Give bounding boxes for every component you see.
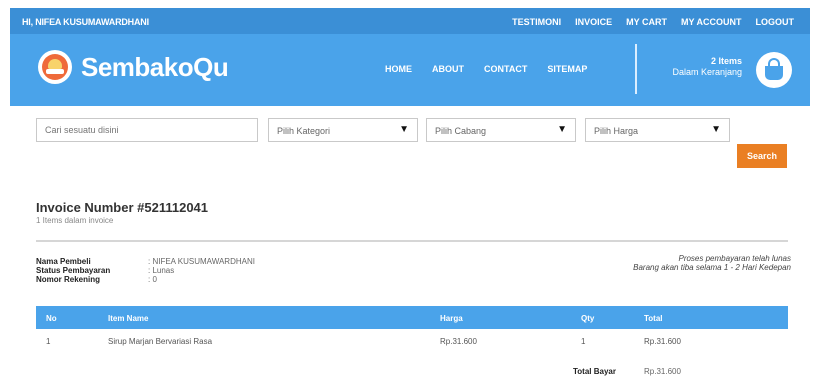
cart-count: 2 Items [710,56,742,66]
invoice-title: Invoice Number #521112041 [36,200,209,215]
total-value: Rp.31.600 [644,367,681,376]
cell-no: 1 [46,337,51,346]
nav-about[interactable]: ABOUT [432,64,464,74]
table-row: 1 Sirup Marjan Bervariasi Rasa Rp.31.600… [36,329,788,353]
search-input[interactable] [36,118,258,142]
cell-price: Rp.31.600 [440,337,477,346]
col-total: Total [644,314,663,323]
branch-select-value: Pilih Cabang [435,126,487,136]
nav-home[interactable]: HOME [385,64,412,74]
total-label: Total Bayar [573,367,616,376]
col-price: Harga [440,314,463,323]
info-value: : Lunas [148,266,175,275]
dropdown-arrow-icon: ▼ [557,124,567,135]
payment-note-line2: Barang akan tiba selama 1 - 2 Hari Kedep… [633,263,791,272]
logout-link[interactable]: LOGOUT [756,17,795,27]
top-links: TESTIMONI INVOICE MY CART MY ACCOUNT LOG… [512,17,794,27]
buyer-info: Nama Pembeli : NIFEA KUSUMAWARDHANI Stat… [36,257,255,284]
my-cart-link[interactable]: MY CART [626,17,667,27]
payment-note: Proses pembayaran telah lunas Barang aka… [633,254,791,272]
main-nav: HOME ABOUT CONTACT SITEMAP [385,64,587,74]
cart-summary[interactable]: 2 Items Dalam Keranjang [672,56,742,78]
info-row-account: Nomor Rekening : 0 [36,275,255,284]
search-button[interactable]: Search [737,144,787,168]
basket-icon[interactable] [756,52,792,88]
dropdown-arrow-icon: ▼ [399,124,409,135]
divider [36,240,788,242]
my-account-link[interactable]: MY ACCOUNT [681,17,742,27]
header-divider [635,44,637,94]
testimoni-link[interactable]: TESTIMONI [512,17,561,27]
payment-note-line1: Proses pembayaran telah lunas [678,254,791,263]
table-header: No Item Name Harga Qty Total [36,306,788,329]
price-select[interactable]: Pilih Harga ▼ [585,118,730,142]
info-row-status: Status Pembayaran : Lunas [36,266,255,275]
nav-contact[interactable]: CONTACT [484,64,527,74]
invoice-link[interactable]: INVOICE [575,17,612,27]
brand-name[interactable]: SembakoQu [81,52,229,83]
logo-icon[interactable] [38,50,72,84]
cell-item-name: Sirup Marjan Bervariasi Rasa [108,337,213,346]
col-qty: Qty [581,314,595,323]
invoice-subtitle: 1 Items dalam invoice [36,216,114,225]
cart-label: Dalam Keranjang [672,67,742,77]
price-select-value: Pilih Harga [594,126,639,136]
col-item-name: Item Name [108,314,149,323]
category-select[interactable]: Pilih Kategori ▼ [268,118,418,142]
info-row-name: Nama Pembeli : NIFEA KUSUMAWARDHANI [36,257,255,266]
col-no: No [46,314,57,323]
dropdown-arrow-icon: ▼ [711,124,721,135]
info-value: : NIFEA KUSUMAWARDHANI [148,257,255,266]
branch-select[interactable]: Pilih Cabang ▼ [426,118,576,142]
site-header: SembakoQu HOME ABOUT CONTACT SITEMAP 2 I… [10,34,810,106]
top-bar: HI, NIFEA KUSUMAWARDHANI TESTIMONI INVOI… [10,8,810,34]
info-label: Nomor Rekening [36,275,101,284]
cell-total: Rp.31.600 [644,337,681,346]
nav-sitemap[interactable]: SITEMAP [547,64,587,74]
user-greeting: HI, NIFEA KUSUMAWARDHANI [22,17,149,27]
cell-qty: 1 [581,337,586,346]
info-label: Status Pembayaran [36,266,111,275]
info-label: Nama Pembeli [36,257,91,266]
info-value: : 0 [148,275,157,284]
category-select-value: Pilih Kategori [277,126,331,136]
